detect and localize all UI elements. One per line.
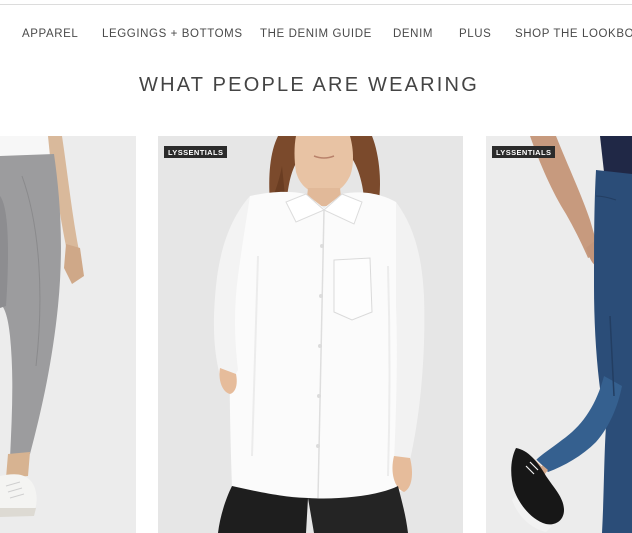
product-carousel: LYSSENTIALS LYSSENTIALS (0, 136, 632, 533)
nav-item-apparel[interactable]: APPAREL (22, 22, 78, 46)
product-badge: LYSSENTIALS (164, 146, 228, 158)
nav-item-plus[interactable]: PLUS (459, 22, 491, 46)
product-card-denim-leggings[interactable]: LYSSENTIALS (486, 136, 632, 533)
product-badge: LYSSENTIALS (492, 146, 556, 158)
product-card-white-shirt[interactable]: LYSSENTIALS (158, 136, 463, 533)
nav-item-denim[interactable]: DENIM (393, 22, 433, 46)
denim-leggings-image (486, 136, 632, 533)
main-navigation: APPAREL LEGGINGS + BOTTOMS THE DENIM GUI… (0, 22, 632, 46)
white-shirt-image (158, 136, 463, 533)
nav-item-shop-the-lookbook[interactable]: SHOP THE LOOKBOOK (515, 22, 632, 46)
nav-item-leggings-bottoms[interactable]: LEGGINGS + BOTTOMS (102, 22, 243, 46)
product-card-grey-leggings[interactable] (0, 136, 136, 533)
header-divider (0, 4, 632, 5)
section-title: WHAT PEOPLE ARE WEARING (139, 74, 479, 96)
grey-leggings-image (0, 136, 136, 533)
nav-item-denim-guide[interactable]: THE DENIM GUIDE (260, 22, 372, 46)
